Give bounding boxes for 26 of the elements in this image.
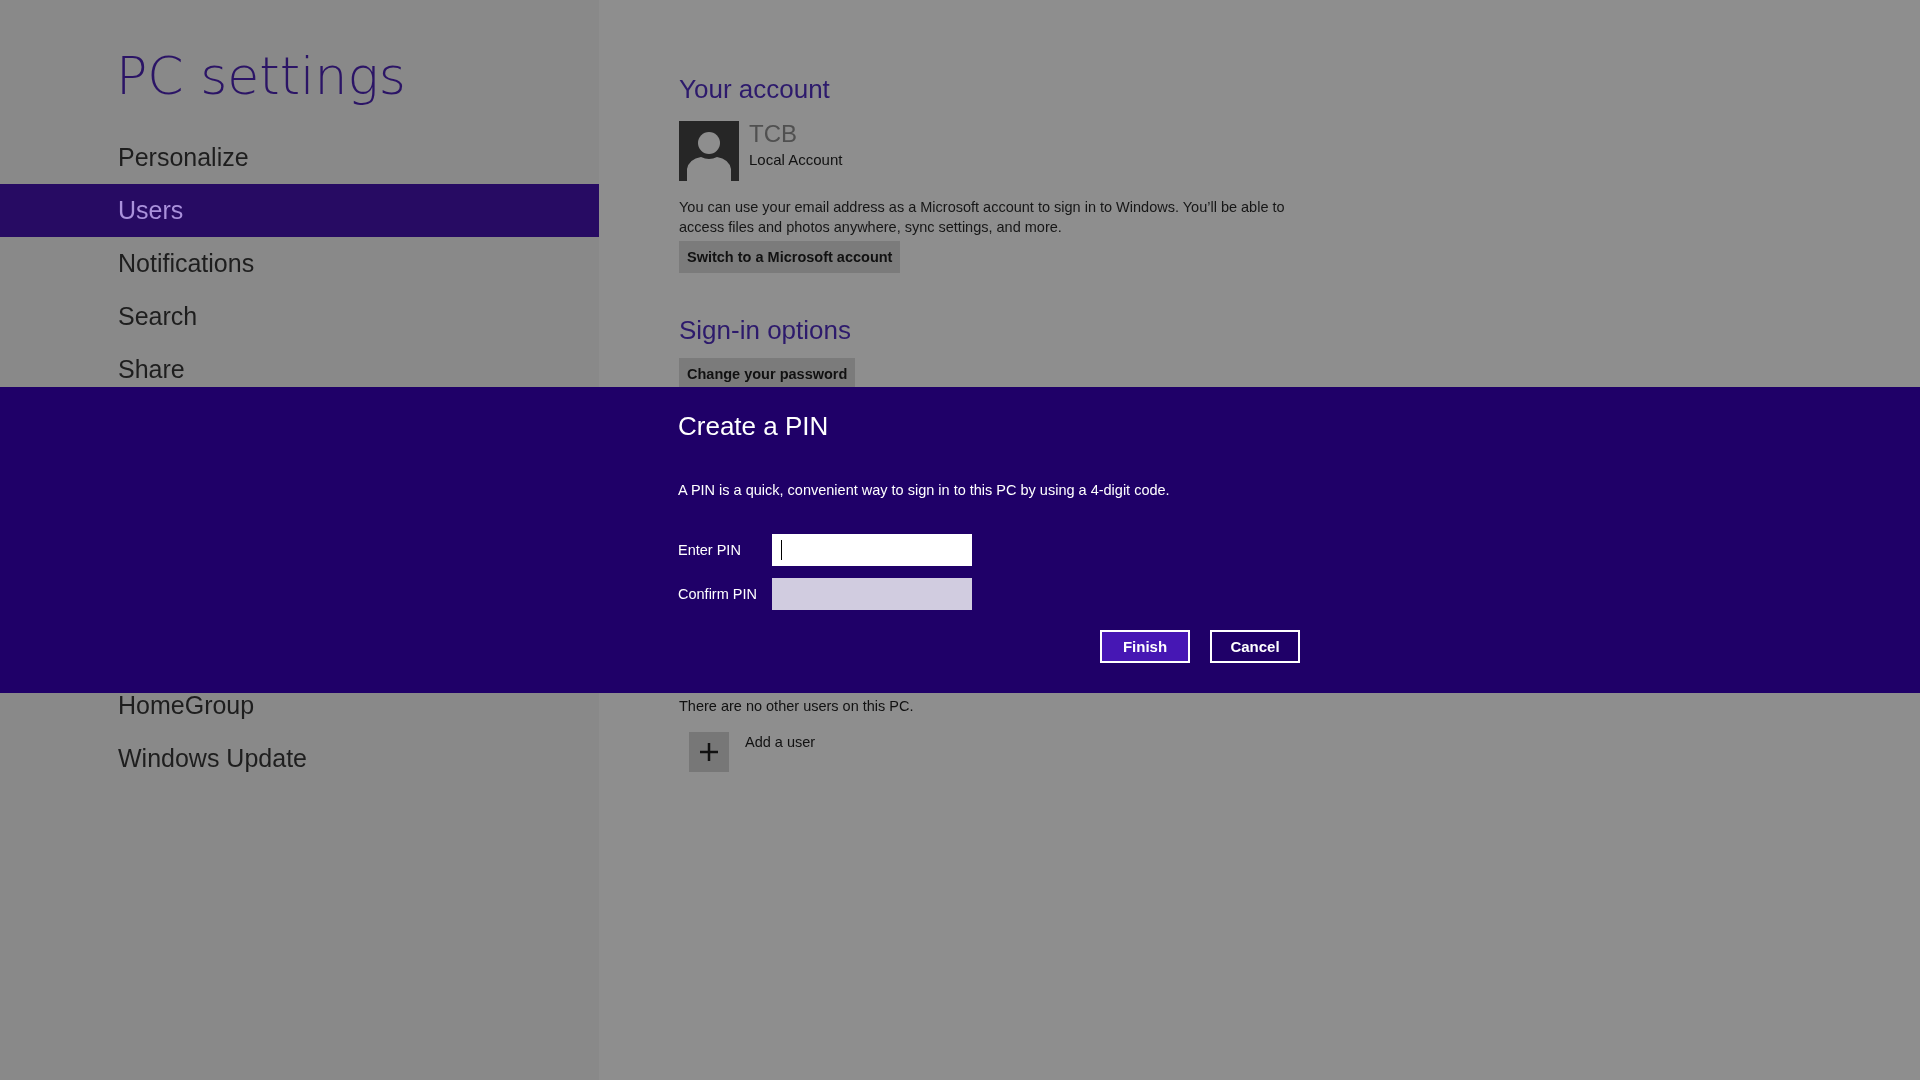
account-name: TCB [749,121,798,147]
account-type: Local Account [749,151,843,168]
sidebar-item[interactable]: Users [0,184,599,237]
change-password-button[interactable]: Change your password [679,358,856,390]
dialog-button[interactable]: Cancel [1210,630,1300,663]
section-heading: Your account [679,74,830,105]
window-title: PC settings [116,46,407,108]
pin-field[interactable] [772,534,972,566]
dialog-button[interactable]: Finish [1100,630,1190,663]
section-heading: Sign-in options [679,315,851,346]
field-label: Enter PIN [678,542,742,558]
pin-field[interactable] [772,578,972,610]
sidebar-item[interactable]: Search [0,290,599,343]
dialog-title: Create a PIN [678,411,830,442]
no-users-note: There are no other users on this PC. [679,698,914,714]
field-label: Confirm PIN [678,586,758,602]
sidebar-item[interactable]: Personalize [0,131,599,184]
user-avatar-icon [679,121,739,181]
plus-icon [698,741,720,763]
dialog-description: A PIN is a quick, convenient way to sign in to this PC by using a 4-digit code. [678,482,1171,498]
add-user-label[interactable]: Add a user [745,734,816,750]
account-description: You can use your email address as a Microsoft account to sign in to Windows. You’ll be able to access files and photos anywhere, sync settings, and more. [679,198,1286,237]
switch-account-button[interactable]: Switch to a Microsoft account [679,241,901,273]
sidebar-item[interactable]: Notifications [0,237,599,290]
add-user-button[interactable] [689,732,729,772]
sidebar-item[interactable]: Windows Update [0,732,599,785]
